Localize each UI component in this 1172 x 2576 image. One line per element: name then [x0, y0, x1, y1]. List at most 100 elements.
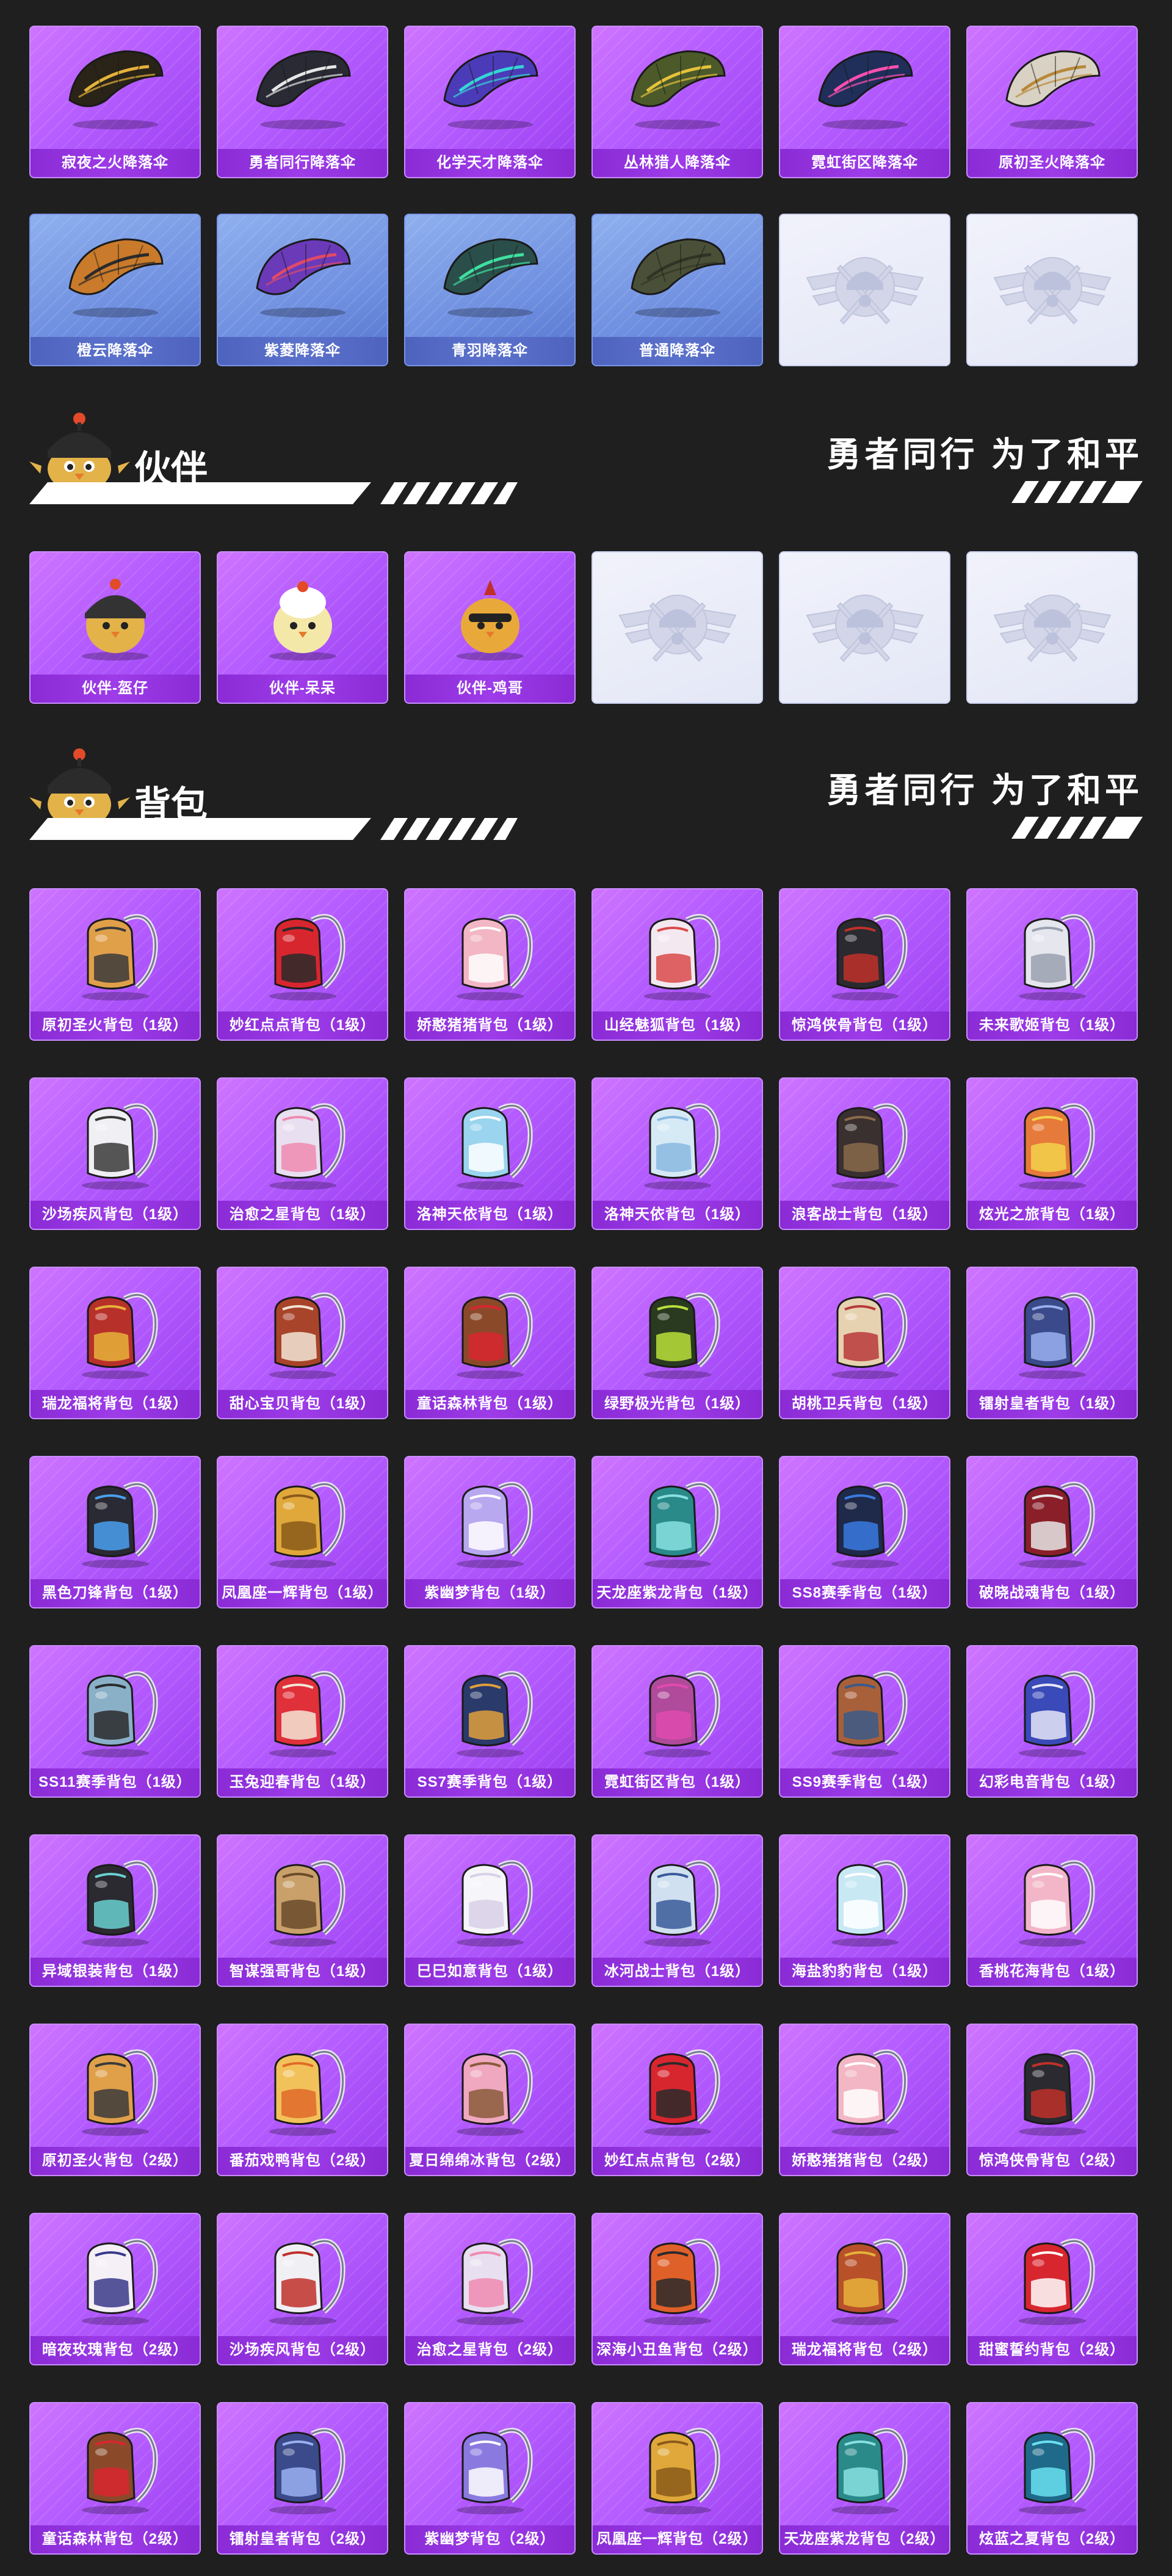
backpack-art [593, 1079, 762, 1201]
empty-slot-card[interactable] [591, 551, 763, 704]
backpack-name-label: 幻彩电音背包（1级） [968, 1768, 1137, 1796]
backpack-card[interactable]: 山经魅狐背包（1级） [591, 888, 763, 1041]
backpack-icon [81, 1671, 158, 1757]
backpack-name-label: 破晓战魂背包（1级） [968, 1579, 1137, 1607]
backpack-card[interactable]: 黑色刀锋背包（1级） [29, 1456, 201, 1608]
backpack-section-header: 背包 勇者同行 为了和平 [29, 743, 1143, 844]
backpack-card[interactable]: 治愈之星背包（1级） [217, 1077, 388, 1230]
backpack-card[interactable]: 浪客战士背包（1级） [779, 1077, 950, 1230]
backpack-name-label: 镭射皇者背包（1级） [968, 1390, 1137, 1418]
backpack-card[interactable]: 紫幽梦背包（2级） [404, 2402, 576, 2555]
backpack-card[interactable]: 巳巳如意背包（1级） [404, 1834, 576, 1987]
backpack-card[interactable]: 惊鸿侠骨背包（1级） [779, 888, 950, 1041]
placeholder-emblem-icon [618, 595, 736, 662]
backpack-art [31, 1646, 200, 1768]
backpack-card[interactable]: 洛神天依背包（1级） [591, 1077, 763, 1230]
parachute-card[interactable]: 勇者同行降落伞 [217, 26, 388, 178]
empty-slot-card[interactable] [779, 214, 950, 366]
companion-card[interactable]: 伙伴-呆呆 [217, 551, 388, 704]
parachute-art [405, 27, 574, 149]
backpack-icon [643, 1671, 720, 1757]
slogan-stripes [1011, 481, 1143, 503]
backpack-icon [643, 1860, 720, 1947]
backpack-icon [1018, 1671, 1095, 1757]
backpack-card[interactable]: 香桃花海背包（1级） [966, 1834, 1138, 1987]
backpack-card[interactable]: 天龙座紫龙背包（2级） [779, 2402, 950, 2555]
parachute-card[interactable]: 化学天才降落伞 [404, 26, 576, 178]
backpack-card[interactable]: SS7赛季背包（1级） [404, 1645, 576, 1798]
backpack-card[interactable]: 绿野极光背包（1级） [591, 1267, 763, 1419]
companion-card[interactable]: 伙伴-盔仔 [29, 551, 201, 704]
parachute-card[interactable]: 橙云降落伞 [29, 214, 201, 366]
backpack-card[interactable]: 异域银装背包（1级） [29, 1834, 201, 1987]
backpack-card[interactable]: 胡桃卫兵背包（1级） [779, 1267, 950, 1419]
parachute-card[interactable]: 原初圣火降落伞 [966, 26, 1138, 178]
companion-chick-icon [269, 581, 336, 660]
backpack-card[interactable]: 玉兔迎春背包（1级） [217, 1645, 388, 1798]
backpack-icon [831, 1860, 908, 1947]
backpack-card[interactable]: SS9赛季背包（1级） [779, 1645, 950, 1798]
parachute-card[interactable]: 紫菱降落伞 [217, 214, 388, 366]
companion-card[interactable]: 伙伴-鸡哥 [404, 551, 576, 704]
backpack-card[interactable]: 天龙座紫龙背包（1级） [591, 1456, 763, 1608]
backpack-card[interactable]: 甜蜜誓约背包（2级） [966, 2213, 1138, 2365]
backpack-card[interactable]: 治愈之星背包（2级） [404, 2213, 576, 2365]
backpack-card[interactable]: 洛神天依背包（1级） [404, 1077, 576, 1230]
placeholder-emblem-icon [806, 257, 924, 325]
backpack-card[interactable]: 凤凰座一辉背包（2级） [591, 2402, 763, 2555]
backpack-card[interactable]: SS8赛季背包（1级） [779, 1456, 950, 1608]
empty-slot-art [968, 215, 1137, 365]
empty-slot-card[interactable] [966, 551, 1138, 704]
backpack-card[interactable]: 镭射皇者背包（1级） [966, 1267, 1138, 1419]
empty-slot-card[interactable] [966, 214, 1138, 366]
backpack-icon [643, 1292, 720, 1379]
empty-slot-card[interactable] [779, 551, 950, 704]
backpack-card[interactable]: 娇憨猪猪背包（2级） [779, 2024, 950, 2176]
backpack-card[interactable]: 镭射皇者背包（2级） [217, 2402, 388, 2555]
backpack-card[interactable]: 未来歌姬背包（1级） [966, 888, 1138, 1041]
parachute-card[interactable]: 普通降落伞 [591, 214, 763, 366]
backpack-card[interactable]: 暗夜玫瑰背包（2级） [29, 2213, 201, 2365]
backpack-name-label: SS7赛季背包（1级） [405, 1768, 574, 1796]
backpack-card[interactable]: 原初圣火背包（1级） [29, 888, 201, 1041]
backpack-card[interactable]: 甜心宝贝背包（1级） [217, 1267, 388, 1419]
backpack-card[interactable]: 童话森林背包（2级） [29, 2402, 201, 2555]
backpack-card[interactable]: 童话森林背包（1级） [404, 1267, 576, 1419]
backpack-card[interactable]: 紫幽梦背包（1级） [404, 1456, 576, 1608]
backpack-card[interactable]: 冰河战士背包（1级） [591, 1834, 763, 1987]
backpack-card[interactable]: 海盐豹豹背包（1级） [779, 1834, 950, 1987]
backpack-card[interactable]: 炫蓝之夏背包（2级） [966, 2402, 1138, 2555]
backpack-card[interactable]: 夏日绵绵冰背包（2级） [404, 2024, 576, 2176]
backpack-card[interactable]: 惊鸿侠骨背包（2级） [966, 2024, 1138, 2176]
backpack-card[interactable]: 娇憨猪猪背包（1级） [404, 888, 576, 1041]
backpack-icon [1018, 914, 1095, 1000]
parachute-art [218, 215, 387, 337]
backpack-card[interactable]: 幻彩电音背包（1级） [966, 1645, 1138, 1798]
backpack-card[interactable]: 瑞龙福将背包（1级） [29, 1267, 201, 1419]
parachute-card[interactable]: 霓虹街区降落伞 [779, 26, 950, 178]
backpack-card[interactable]: 霓虹街区背包（1级） [591, 1645, 763, 1798]
backpack-card[interactable]: 妙红点点背包（2级） [591, 2024, 763, 2176]
backpack-name-label: 天龙座紫龙背包（2级） [780, 2525, 949, 2553]
backpack-card[interactable]: 瑞龙福将背包（2级） [779, 2213, 950, 2365]
backpack-card[interactable]: 原初圣火背包（2级） [29, 2024, 201, 2176]
parachute-card[interactable]: 寂夜之火降落伞 [29, 26, 201, 178]
backpack-card[interactable]: 沙场疾风背包（2级） [217, 2213, 388, 2365]
backpack-card[interactable]: SS11赛季背包（1级） [29, 1645, 201, 1798]
backpack-card[interactable]: 深海小丑鱼背包（2级） [591, 2213, 763, 2365]
backpack-art [31, 889, 200, 1011]
parachute-card[interactable]: 青羽降落伞 [404, 214, 576, 366]
backpack-card[interactable]: 破晓战魂背包（1级） [966, 1456, 1138, 1608]
backpack-card[interactable]: 番茄戏鸭背包（2级） [217, 2024, 388, 2176]
backpack-art [593, 1268, 762, 1390]
backpack-card[interactable]: 智谋强哥背包（1级） [217, 1834, 388, 1987]
backpack-name-label: 凤凰座一辉背包（2级） [593, 2525, 762, 2553]
backpack-art [405, 1079, 574, 1201]
backpack-card[interactable]: 炫光之旅背包（1级） [966, 1077, 1138, 1230]
backpack-card[interactable]: 沙场疾风背包（1级） [29, 1077, 201, 1230]
parachute-card[interactable]: 丛林猎人降落伞 [591, 26, 763, 178]
backpack-icon [269, 1482, 345, 1568]
backpack-card[interactable]: 妙红点点背包（1级） [217, 888, 388, 1041]
backpack-art [218, 1836, 387, 1958]
backpack-card[interactable]: 凤凰座一辉背包（1级） [217, 1456, 388, 1608]
